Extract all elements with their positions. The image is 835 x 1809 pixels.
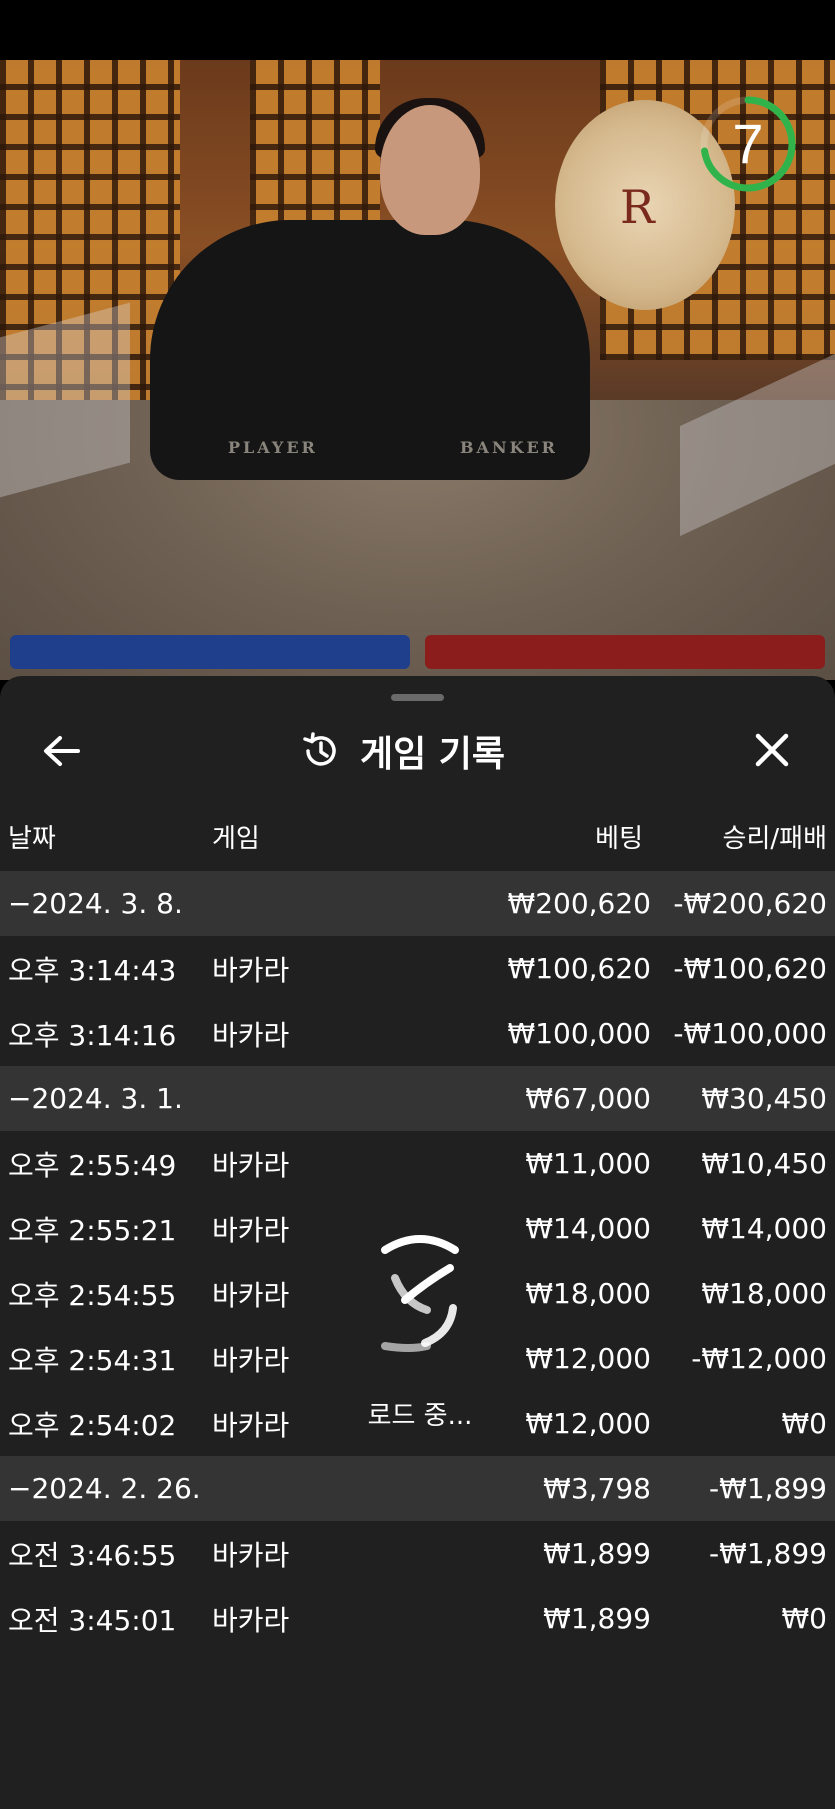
row-time: 오후 2:54:55 bbox=[8, 1278, 177, 1312]
group-date: −2024. 2. 26. bbox=[8, 1472, 201, 1505]
loading-spinner-icon bbox=[381, 1235, 459, 1352]
sheet-title-group: 게임 기록 bbox=[300, 726, 505, 776]
row-time: 오후 3:14:43 bbox=[8, 953, 177, 987]
row-bet: ₩12,000 bbox=[525, 1407, 651, 1440]
loading-text: 로드 중... bbox=[367, 1401, 473, 1431]
top-status-area bbox=[0, 0, 835, 60]
row-time: 오전 3:46:55 bbox=[8, 1538, 177, 1572]
row-bet: ₩18,000 bbox=[525, 1277, 651, 1310]
banker-bet-area[interactable] bbox=[425, 635, 825, 669]
row-time: 오전 3:45:01 bbox=[8, 1603, 177, 1637]
date-group-row[interactable]: −2024. 2. 26. ₩3,798 -₩1,899 bbox=[0, 1456, 835, 1521]
sheet-header: 게임 기록 bbox=[0, 716, 835, 786]
live-dealer-video: R PLAYER BANKER 7 bbox=[0, 60, 835, 680]
group-bet-total: ₩200,620 bbox=[507, 887, 651, 920]
history-row[interactable]: 오후 3:14:16 바카라 ₩100,000 -₩100,000 bbox=[0, 1001, 835, 1066]
row-bet: ₩14,000 bbox=[525, 1212, 651, 1245]
group-date: −2024. 3. 1. bbox=[8, 1082, 183, 1115]
row-bet: ₩1,899 bbox=[543, 1602, 651, 1635]
history-row[interactable]: 오후 2:55:49 바카라 ₩11,000 ₩10,450 bbox=[0, 1131, 835, 1196]
row-bet: ₩12,000 bbox=[525, 1342, 651, 1375]
back-arrow-icon bbox=[44, 736, 80, 766]
row-time: 오후 2:54:31 bbox=[8, 1343, 177, 1377]
row-game: 바카라 bbox=[212, 1018, 290, 1052]
table-label-player: PLAYER bbox=[228, 438, 318, 457]
dealer-head bbox=[380, 105, 480, 235]
casino-logo-letter: R bbox=[620, 180, 655, 234]
history-row[interactable]: 오전 3:45:01 바카라 ₩1,899 ₩0 bbox=[0, 1586, 835, 1651]
close-icon bbox=[755, 733, 789, 767]
drag-handle[interactable] bbox=[391, 694, 444, 701]
row-result: -₩100,000 bbox=[673, 1017, 827, 1050]
row-result: ₩14,000 bbox=[701, 1212, 827, 1245]
back-button[interactable] bbox=[38, 728, 86, 774]
row-result: -₩100,620 bbox=[673, 952, 827, 985]
row-result: ₩0 bbox=[781, 1602, 828, 1635]
row-bet: ₩1,899 bbox=[543, 1537, 651, 1570]
group-result-total: ₩30,450 bbox=[701, 1082, 827, 1115]
history-icon bbox=[303, 732, 336, 766]
row-game: 바카라 bbox=[212, 1278, 290, 1312]
column-header-date: 날짜 bbox=[8, 824, 56, 854]
date-group-row[interactable]: −2024. 3. 1. ₩67,000 ₩30,450 bbox=[0, 1066, 835, 1131]
row-time: 오후 3:14:16 bbox=[8, 1018, 177, 1052]
row-result: ₩0 bbox=[781, 1407, 828, 1440]
sheet-title: 게임 기록 bbox=[360, 734, 506, 775]
row-result: -₩12,000 bbox=[691, 1342, 827, 1375]
close-button[interactable] bbox=[748, 728, 796, 774]
date-group-row[interactable]: −2024. 3. 8. ₩200,620 -₩200,620 bbox=[0, 871, 835, 936]
group-date: −2024. 3. 8. bbox=[8, 887, 183, 920]
row-game: 바카라 bbox=[212, 1538, 290, 1572]
column-header-bet: 베팅 bbox=[595, 824, 643, 854]
row-time: 오후 2:54:02 bbox=[8, 1408, 177, 1442]
countdown-timer: 7 bbox=[732, 112, 764, 175]
row-bet: ₩100,620 bbox=[507, 952, 651, 985]
row-result: ₩18,000 bbox=[701, 1277, 827, 1310]
row-game: 바카라 bbox=[212, 1343, 290, 1377]
row-result: ₩10,450 bbox=[701, 1147, 827, 1180]
player-bet-area[interactable] bbox=[10, 635, 410, 669]
history-row[interactable]: 오후 3:14:43 바카라 ₩100,620 -₩100,620 bbox=[0, 936, 835, 1001]
row-bet: ₩100,000 bbox=[507, 1017, 651, 1050]
group-result-total: -₩200,620 bbox=[673, 887, 827, 920]
row-time: 오후 2:55:21 bbox=[8, 1213, 177, 1247]
group-result-total: -₩1,899 bbox=[709, 1472, 827, 1505]
row-game: 바카라 bbox=[212, 1148, 290, 1182]
group-bet-total: ₩67,000 bbox=[525, 1082, 651, 1115]
row-game: 바카라 bbox=[212, 953, 290, 987]
history-row[interactable]: 오전 3:46:55 바카라 ₩1,899 -₩1,899 bbox=[0, 1521, 835, 1586]
row-bet: ₩11,000 bbox=[525, 1147, 651, 1180]
row-game: 바카라 bbox=[212, 1603, 290, 1637]
column-header-game: 게임 bbox=[212, 824, 260, 854]
row-game: 바카라 bbox=[212, 1408, 290, 1442]
table-label-banker: BANKER bbox=[460, 438, 558, 457]
group-bet-total: ₩3,798 bbox=[543, 1472, 651, 1505]
column-header-result: 승리/패배 bbox=[722, 824, 827, 854]
row-result: -₩1,899 bbox=[709, 1537, 827, 1570]
row-time: 오후 2:55:49 bbox=[8, 1148, 177, 1182]
row-game: 바카라 bbox=[212, 1213, 290, 1247]
